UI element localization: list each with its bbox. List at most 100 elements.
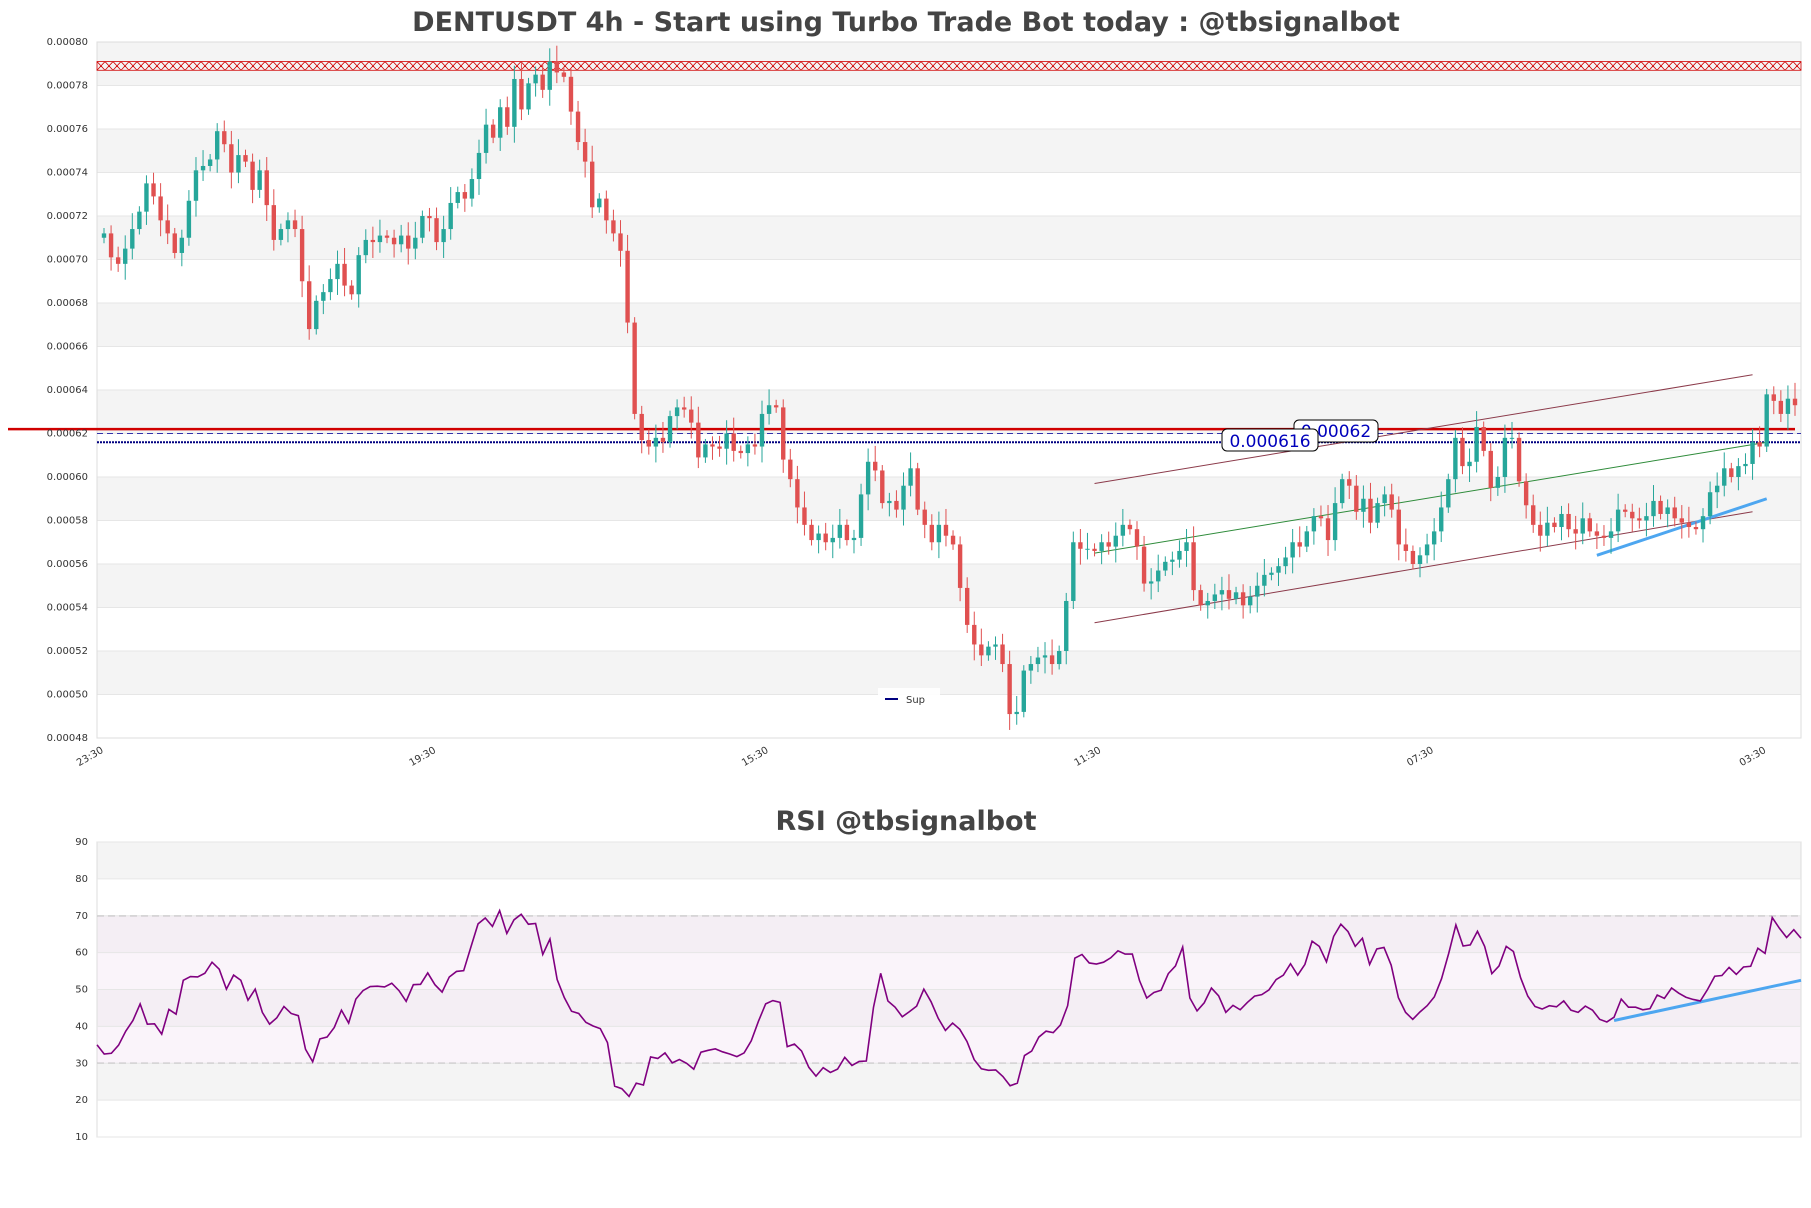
main-y-tick-label: 0.00056 xyxy=(47,559,88,570)
candle xyxy=(306,265,312,340)
candle xyxy=(1134,521,1140,560)
chart-canvas: 0.00048 0.00050 0.00052 0.00054 0.00056 0.000… xyxy=(8,7,1802,1143)
main-x-tick-label: 07:30 xyxy=(1405,745,1435,769)
candle xyxy=(328,268,333,301)
candle xyxy=(314,295,319,335)
candle xyxy=(1099,534,1104,565)
main-band xyxy=(97,477,1801,521)
candle xyxy=(1750,428,1755,480)
candle xyxy=(1078,528,1083,565)
candle xyxy=(469,168,475,207)
rsi-band xyxy=(97,842,1801,879)
main-y-tick-label: 0.00070 xyxy=(47,255,88,266)
main-y-tick-label: 0.00068 xyxy=(47,298,88,309)
main-band xyxy=(97,651,1801,695)
rsi-y-ticks: 10 20 30 40 50 60 70 80 90 xyxy=(75,837,88,1143)
candle xyxy=(1127,519,1133,535)
candle xyxy=(1424,533,1430,564)
candle xyxy=(1594,523,1600,549)
candle xyxy=(1297,526,1302,558)
legend-label-sup: Sup xyxy=(906,695,925,706)
annotation-label-000616: 0.000616 xyxy=(1221,428,1319,452)
candle xyxy=(667,410,673,448)
candle xyxy=(568,68,574,125)
candle xyxy=(1608,518,1614,554)
rsi-y-tick-label: 20 xyxy=(75,1095,88,1106)
candle xyxy=(1460,427,1465,475)
rsi-y-tick-label: 90 xyxy=(75,837,88,848)
candle xyxy=(844,519,850,546)
candle xyxy=(717,435,722,457)
candle xyxy=(1071,531,1076,610)
main-x-tick-label: 23:30 xyxy=(75,745,105,769)
candle xyxy=(1764,388,1769,452)
candle xyxy=(752,433,758,455)
candle xyxy=(880,465,885,509)
candle xyxy=(809,519,814,546)
price-chart: 0.00048 0.00050 0.00052 0.00054 0.00056 0.000… xyxy=(8,7,1802,769)
main-y-tick-label: 0.00060 xyxy=(47,472,88,483)
main-y-tick-label: 0.00048 xyxy=(47,733,88,744)
candle xyxy=(632,317,637,420)
main-y-tick-label: 0.00062 xyxy=(47,429,88,440)
main-x-tick-label: 03:30 xyxy=(1738,745,1768,769)
candle xyxy=(455,186,460,209)
main-band xyxy=(97,303,1801,347)
main-x-tick-label: 19:30 xyxy=(408,745,438,769)
main-x-tick-label: 15:30 xyxy=(740,745,770,769)
rsi-y-tick-label: 50 xyxy=(75,985,88,996)
rsi-y-tick-label: 80 xyxy=(75,874,88,885)
main-y-tick-label: 0.00080 xyxy=(47,37,88,48)
candle xyxy=(915,462,920,516)
main-y-tick-label: 0.00074 xyxy=(47,168,88,179)
candle xyxy=(1092,543,1097,557)
candle xyxy=(356,247,361,308)
candle xyxy=(950,530,956,550)
main-y-tick-label: 0.00072 xyxy=(47,211,88,222)
rsi-y-tick-label: 60 xyxy=(75,948,88,959)
main-y-tick-label: 0.00050 xyxy=(47,690,88,701)
main-y-tick-label: 0.00076 xyxy=(47,124,88,135)
candle xyxy=(1014,696,1019,725)
main-y-tick-label: 0.00078 xyxy=(47,81,88,92)
candle xyxy=(151,172,156,205)
candle xyxy=(1601,525,1607,546)
candle xyxy=(816,525,821,554)
main-chart-title: DENTUSDT 4h - Start using Turbo Trade Bo… xyxy=(412,7,1400,38)
candle xyxy=(1021,665,1026,718)
candle xyxy=(745,436,751,467)
candle xyxy=(851,529,857,554)
candle xyxy=(873,445,878,482)
main-band xyxy=(97,216,1801,260)
rsi-y-tick-label: 70 xyxy=(75,911,88,922)
main-y-ticks: 0.00048 0.00050 0.00052 0.00054 0.00056 0.000… xyxy=(47,37,88,744)
main-band xyxy=(97,564,1801,608)
candle xyxy=(597,193,602,213)
main-y-tick-label: 0.00054 xyxy=(47,603,88,614)
main-band xyxy=(97,390,1801,434)
candle xyxy=(781,399,786,473)
main-band xyxy=(97,42,1801,86)
main-background-bands xyxy=(97,42,1801,695)
candle xyxy=(1113,522,1118,563)
rsi-chart: 10 20 30 40 50 60 70 80 90 RSI @tbsignalbot xyxy=(75,806,1802,1143)
candle xyxy=(349,280,354,300)
candle xyxy=(1516,432,1522,487)
candle xyxy=(1184,528,1189,567)
main-x-tick-label: 11:30 xyxy=(1073,745,1103,769)
rsi-chart-title: RSI @tbsignalbot xyxy=(775,806,1036,837)
main-y-tick-label: 0.00052 xyxy=(47,646,88,657)
candle xyxy=(830,524,835,559)
rsi-band xyxy=(97,1063,1801,1101)
candle xyxy=(1743,453,1748,475)
main-y-tick-label: 0.00058 xyxy=(47,516,88,527)
main-band xyxy=(97,129,1801,173)
rsi-background-bands xyxy=(97,842,1801,1101)
candle xyxy=(1446,473,1451,513)
candle xyxy=(526,77,531,115)
legend: Sup xyxy=(878,688,940,708)
candle xyxy=(1403,528,1409,562)
rsi-y-tick-label: 10 xyxy=(75,1132,88,1143)
candle xyxy=(1304,525,1309,553)
candle xyxy=(1431,518,1437,561)
